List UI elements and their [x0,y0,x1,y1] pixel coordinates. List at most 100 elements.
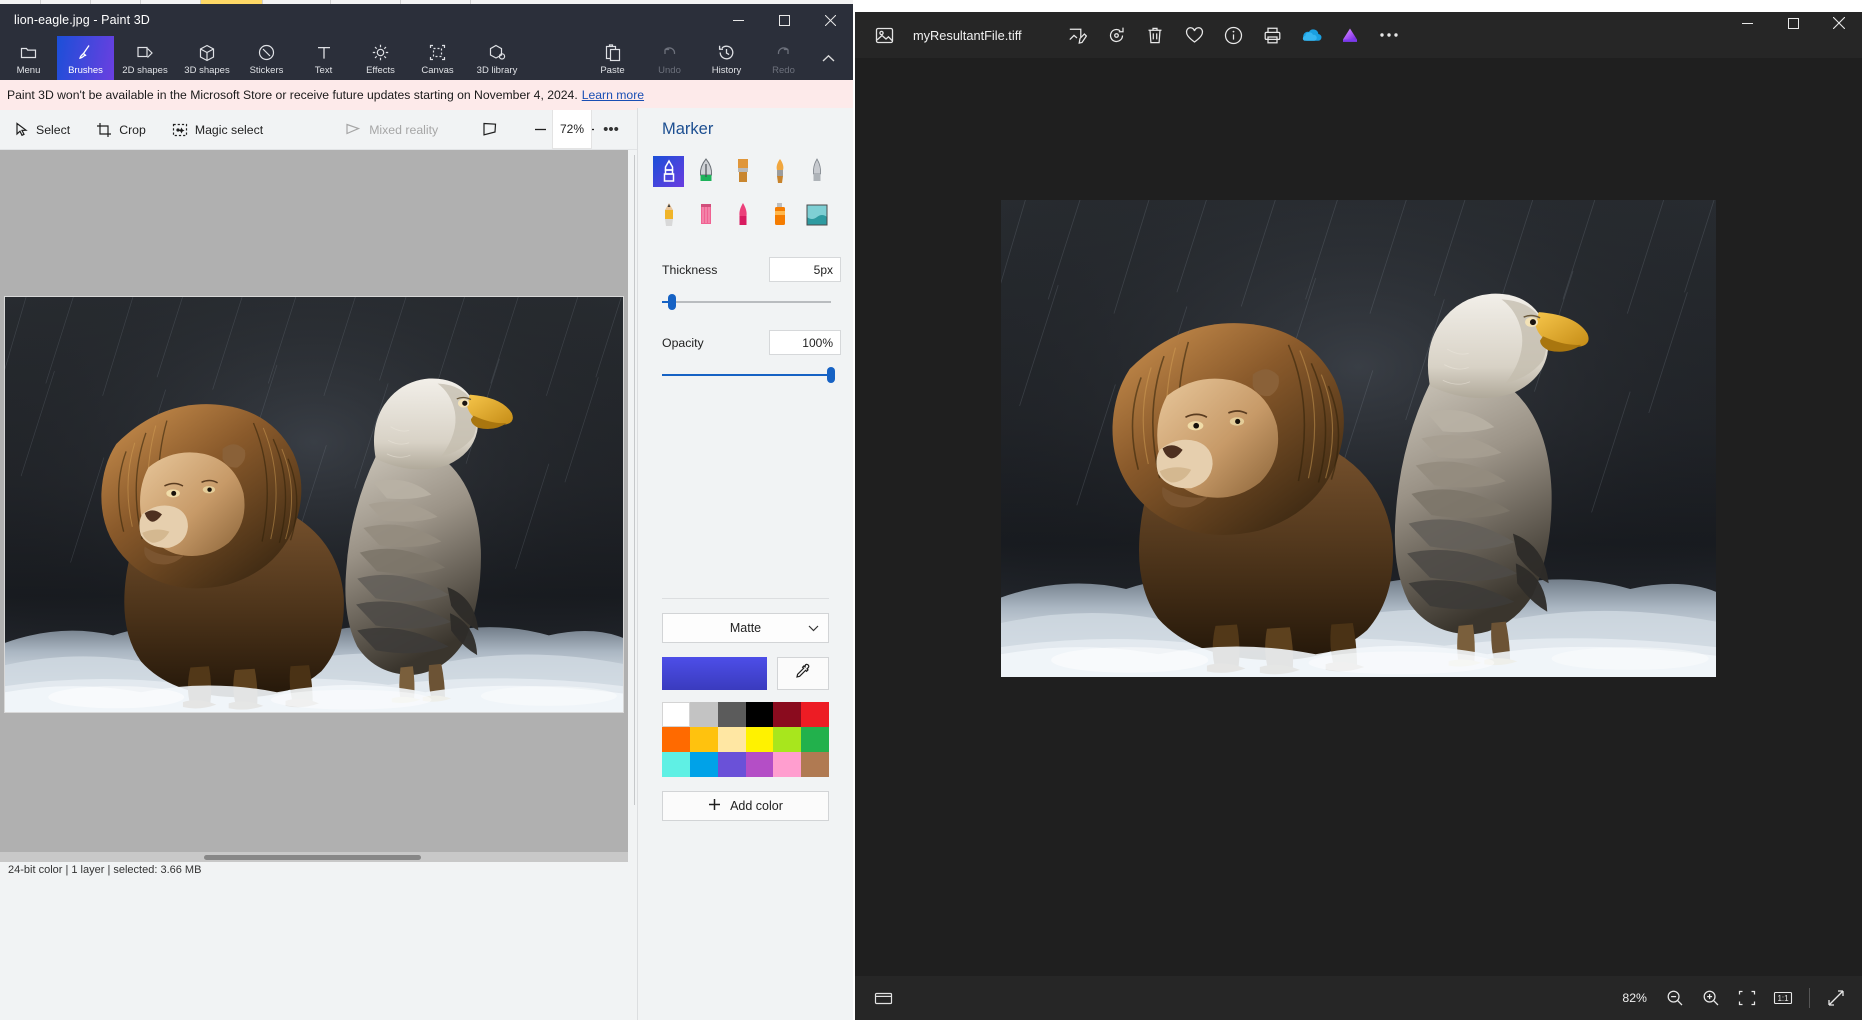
paint3d-titlebar: lion-eagle.jpg - Paint 3D [0,4,853,36]
eyedropper-button[interactable] [776,657,829,690]
banner-learn-more-link[interactable]: Learn more [582,88,644,102]
thickness-slider[interactable] [662,294,831,310]
swatch-3[interactable] [745,702,774,727]
zoom-level-field[interactable]: 72% [552,110,592,149]
swatch-5[interactable] [801,702,829,727]
brush-eraser[interactable] [798,149,835,193]
opacity-label: Opacity [662,335,704,350]
eraser-icon [801,156,832,187]
view-3d-icon[interactable] [473,114,507,146]
brush-spray-can[interactable] [761,193,798,237]
chevron-up-icon[interactable] [811,36,845,80]
canvas-horizontal-scrollbar[interactable] [0,852,628,862]
ribbon-history[interactable]: History [698,36,755,80]
svg-text:1:1: 1:1 [1777,994,1789,1003]
brush-oil-brush[interactable] [724,149,761,193]
actual-size-icon[interactable]: 1:1 [1767,982,1799,1014]
edit-image-icon[interactable] [1060,18,1094,52]
swatch-1[interactable] [689,702,718,727]
minimize-icon[interactable] [715,4,761,36]
select-tool-label: Select [36,122,71,137]
swatch-8[interactable] [717,727,746,752]
brush-crayon[interactable] [687,193,724,237]
swatch-11[interactable] [801,727,829,752]
select-tool[interactable]: Select [4,114,81,146]
ribbon-brushes[interactable]: Brushes [57,36,114,80]
swatch-13[interactable] [689,752,718,777]
sticker-icon [258,43,275,63]
ribbon-stickers-label: Stickers [249,64,284,76]
info-icon[interactable] [1216,18,1250,52]
watercolor-icon [764,156,795,187]
current-color-swatch[interactable] [662,657,767,690]
brush-fill[interactable] [798,193,835,237]
maximize-icon[interactable] [761,4,807,36]
photos-maximize-icon[interactable] [1770,0,1816,46]
canvas-artwork[interactable] [4,296,624,713]
fullscreen-icon[interactable] [1820,982,1852,1014]
oil-brush-icon [727,156,758,187]
print-icon[interactable] [1255,18,1289,52]
swatch-10[interactable] [773,727,802,752]
photos-zoom-level: 82% [1622,991,1647,1005]
photos-displayed-image[interactable] [1001,199,1716,677]
fill-bucket-icon [801,200,832,231]
swatch-4[interactable] [773,702,802,727]
ribbon-stickers[interactable]: Stickers [238,36,295,80]
thickness-input[interactable]: 5px [769,257,841,282]
swatch-6[interactable] [662,727,690,752]
swatch-12[interactable] [662,752,690,777]
swatch-2[interactable] [717,702,746,727]
brush-settings-panel: Marker Thickness 5px Opacity 100% Matte … [637,108,853,1020]
crop-tool[interactable]: Crop [85,114,157,146]
opacity-slider[interactable] [662,367,835,383]
opacity-input[interactable]: 100% [769,330,841,355]
add-color-button[interactable]: Add color [662,791,829,821]
swatch-17[interactable] [801,752,829,777]
photos-zoom-controls: 82% 1:1 [1622,982,1852,1014]
panel-title: Marker [662,120,714,138]
brush-pixel-pen[interactable] [724,193,761,237]
brush-pencil[interactable] [650,193,687,237]
zoom-out-icon[interactable] [1659,982,1691,1014]
favorite-icon[interactable] [1177,18,1211,52]
canvas-scroll-thumb[interactable] [204,855,421,860]
close-icon[interactable] [807,4,853,36]
ribbon-paste[interactable]: Paste [584,36,641,80]
toolbar-more-button[interactable]: ••• [596,110,626,149]
brush-calligraphy-pen[interactable] [687,149,724,193]
onedrive-icon[interactable] [1294,18,1328,52]
filmstrip-icon[interactable] [855,991,911,1006]
ribbon-3d-library[interactable]: 3D library [466,36,528,80]
ribbon-2d-shapes[interactable]: 2D shapes [114,36,176,80]
photos-minimize-icon[interactable] [1724,0,1770,46]
swatch-14[interactable] [717,752,746,777]
swatch-15[interactable] [745,752,774,777]
more-icon[interactable] [1372,18,1406,52]
ribbon-canvas[interactable]: Canvas [409,36,466,80]
photos-close-icon[interactable] [1816,0,1862,46]
ribbon-text[interactable]: Text [295,36,352,80]
zoom-in-icon[interactable] [1695,982,1727,1014]
brush-watercolor[interactable] [761,149,798,193]
material-select[interactable]: Matte [662,613,829,643]
artwork-lion-eagle-photos [1001,199,1716,677]
rotate-icon[interactable] [1099,18,1133,52]
ribbon-3d-shapes[interactable]: 3D shapes [176,36,238,80]
swatch-0[interactable] [662,702,690,727]
photos-image-stage[interactable] [855,58,1862,818]
history-icon [718,43,735,63]
swatch-7[interactable] [689,727,718,752]
delete-icon[interactable] [1138,18,1172,52]
swatch-9[interactable] [745,727,774,752]
ribbon-effects-label: Effects [366,64,395,76]
ribbon-menu[interactable]: Menu [0,36,57,80]
magic-select-tool[interactable]: Magic select [161,114,274,146]
brush-marker[interactable] [650,149,687,193]
ribbon-menu-label: Menu [16,64,41,76]
designer-icon[interactable] [1333,18,1367,52]
swatch-16[interactable] [773,752,802,777]
paint3d-canvas-area[interactable] [0,150,628,862]
ribbon-effects[interactable]: Effects [352,36,409,80]
fit-to-window-icon[interactable] [1731,982,1763,1014]
